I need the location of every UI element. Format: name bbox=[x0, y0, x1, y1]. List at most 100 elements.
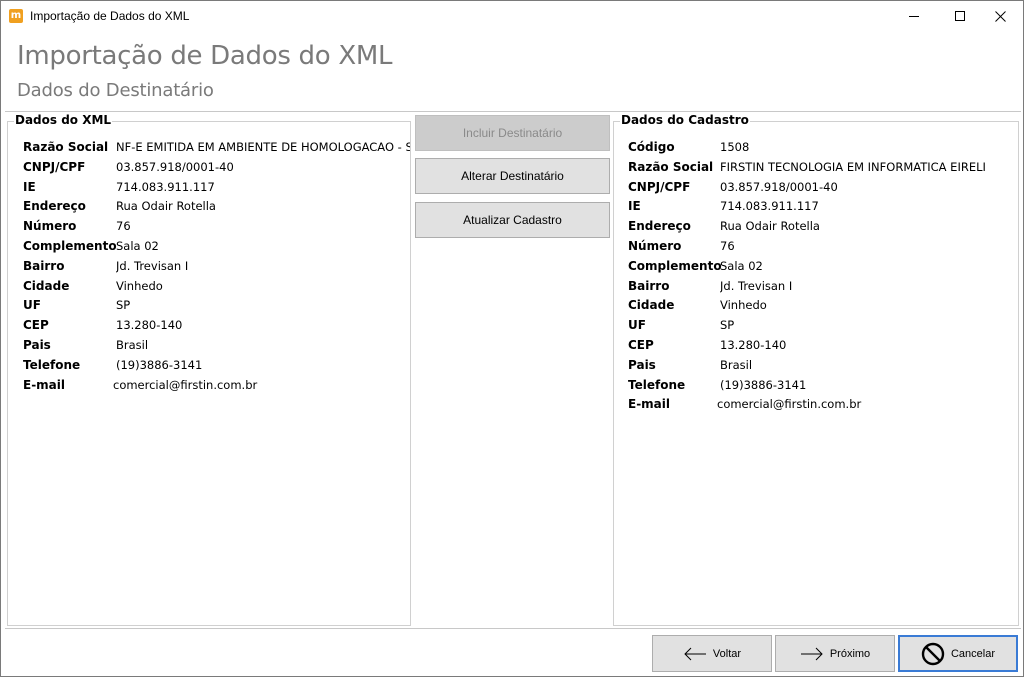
field-row: Cidade Vinhedo bbox=[23, 279, 410, 297]
field-value: 13.280-140 bbox=[720, 338, 787, 352]
title-bar[interactable]: m Importação de Dados do XML bbox=[1, 1, 1023, 31]
field-row: CNPJ/CPF 03.857.918/0001-40 bbox=[628, 180, 1010, 198]
field-row: IE 714.083.911.117 bbox=[23, 180, 410, 198]
field-row: IE 714.083.911.117 bbox=[628, 199, 1010, 217]
field-value: Sala 02 bbox=[116, 239, 159, 253]
field-value: Vinhedo bbox=[720, 298, 767, 313]
field-value: comercial@firstin.com.br bbox=[113, 377, 258, 392]
arrow-right-icon bbox=[800, 647, 824, 661]
field-row: Código 1508 bbox=[628, 140, 1010, 158]
field-row: Telefone (19)3886-3141 bbox=[23, 358, 410, 376]
field-row: Razão Social FIRSTIN TECNOLOGIA EM INFORM… bbox=[628, 160, 1010, 178]
field-label: Complemento bbox=[23, 239, 117, 253]
field-row: Cidade Vinhedo bbox=[628, 298, 1010, 316]
field-value: Vinhedo bbox=[116, 278, 163, 293]
content-area: Dados do XML Razão Social NF-E EMITIDA EM… bbox=[5, 111, 1021, 629]
xml-data-group: Dados do XML Razão Social NF-E EMITIDA EM… bbox=[7, 113, 411, 626]
field-label: Telefone bbox=[628, 377, 686, 392]
field-row: Complemento Sala 02 bbox=[628, 259, 1010, 277]
field-row: Telefone (19)3886-3141 bbox=[628, 378, 1010, 396]
prohibited-icon bbox=[921, 642, 945, 666]
back-button[interactable]: Voltar bbox=[652, 635, 772, 672]
field-value: 03.857.918/0001-40 bbox=[116, 159, 234, 174]
window-title: Importação de Dados do XML bbox=[30, 9, 190, 23]
field-label: E-mail bbox=[23, 377, 66, 392]
field-row: E-mail comercial@firstin.com.br bbox=[23, 378, 410, 396]
next-button-label: Próximo bbox=[829, 647, 871, 660]
field-label: CNPJ/CPF bbox=[628, 179, 691, 194]
field-value: 13.280-140 bbox=[116, 318, 183, 333]
field-label: Endereço bbox=[23, 199, 86, 214]
field-row: Número 76 bbox=[23, 219, 410, 237]
field-value: (19)3886-3141 bbox=[116, 357, 203, 372]
field-label: Pais bbox=[628, 357, 656, 372]
field-row: UF SP bbox=[23, 298, 410, 316]
atualizar-cadastro-button[interactable]: Atualizar Cadastro bbox=[415, 202, 610, 238]
field-value: Brasil bbox=[116, 338, 149, 352]
field-value: Jd. Trevisan I bbox=[116, 258, 189, 273]
field-value: comercial@firstin.com.br bbox=[717, 397, 862, 412]
cadastro-data-legend: Dados do Cadastro bbox=[620, 113, 750, 127]
field-label: Bairro bbox=[628, 278, 670, 293]
field-row: Endereço Rua Odair Rotella bbox=[628, 219, 1010, 237]
field-value: SP bbox=[720, 318, 735, 333]
field-row: Pais Brasil bbox=[23, 338, 410, 356]
close-icon bbox=[994, 10, 1006, 22]
field-value: 03.857.918/0001-40 bbox=[720, 179, 838, 194]
field-value: FIRSTIN TECNOLOGIA EM INFORMATICA EIRELI bbox=[720, 159, 986, 174]
field-label: E-mail bbox=[628, 397, 671, 412]
field-row: CEP 13.280-140 bbox=[628, 338, 1010, 356]
incluir-destinatario-button[interactable]: Incluir Destinatário bbox=[415, 115, 610, 151]
field-row: Complemento Sala 02 bbox=[23, 239, 410, 257]
field-label: Endereço bbox=[628, 219, 691, 234]
field-row: UF SP bbox=[628, 318, 1010, 336]
back-button-label: Voltar bbox=[712, 647, 742, 660]
arrow-left-icon bbox=[683, 647, 707, 661]
xml-data-legend: Dados do XML bbox=[14, 113, 113, 127]
page-subtitle: Dados do Destinatário bbox=[17, 80, 214, 101]
field-row: Bairro Jd. Trevisan I bbox=[23, 259, 410, 277]
field-value: Rua Odair Rotella bbox=[720, 219, 820, 234]
field-label: Razão Social bbox=[628, 159, 714, 174]
field-value: Brasil bbox=[720, 357, 753, 372]
field-label: Bairro bbox=[23, 258, 65, 273]
field-label: Cidade bbox=[23, 278, 70, 293]
field-value: 714.083.911.117 bbox=[720, 199, 819, 214]
alterar-destinatario-button[interactable]: Alterar Destinatário bbox=[415, 158, 610, 194]
field-row: Pais Brasil bbox=[628, 358, 1010, 376]
field-label: Razão Social bbox=[23, 140, 109, 154]
field-row: Bairro Jd. Trevisan I bbox=[628, 279, 1010, 297]
field-label: UF bbox=[628, 318, 646, 333]
next-button[interactable]: Próximo bbox=[775, 635, 895, 672]
field-label: UF bbox=[23, 298, 41, 313]
field-label: IE bbox=[23, 179, 36, 194]
field-value: Sala 02 bbox=[720, 258, 763, 273]
field-row: Razão Social NF-E EMITIDA EM AMBIENTE DE … bbox=[23, 140, 410, 158]
field-value: (19)3886-3141 bbox=[720, 377, 807, 392]
field-label: Pais bbox=[23, 338, 51, 352]
field-value: 714.083.911.117 bbox=[116, 179, 215, 194]
page-title: Importação de Dados do XML bbox=[17, 41, 393, 71]
field-value: SP bbox=[116, 298, 131, 313]
field-label: IE bbox=[628, 199, 641, 214]
field-value: 76 bbox=[720, 239, 735, 253]
field-row: CEP 13.280-140 bbox=[23, 318, 410, 336]
field-value: NF-E EMITIDA EM AMBIENTE DE HOMOLOGACAO … bbox=[116, 140, 410, 154]
field-label: CEP bbox=[628, 338, 654, 352]
field-row: E-mail comercial@firstin.com.br bbox=[628, 397, 1010, 415]
close-button[interactable] bbox=[977, 1, 1023, 31]
field-label: CNPJ/CPF bbox=[23, 159, 86, 174]
field-row: Número 76 bbox=[628, 239, 1010, 257]
field-label: Número bbox=[23, 219, 77, 234]
minimize-button[interactable] bbox=[891, 1, 937, 31]
field-label: Telefone bbox=[23, 357, 81, 372]
field-label: Complemento bbox=[628, 258, 722, 273]
field-value: 76 bbox=[116, 219, 131, 234]
import-xml-window: m Importação de Dados do XML Importação … bbox=[0, 0, 1024, 677]
field-value: 1508 bbox=[720, 140, 750, 154]
cadastro-data-group: Dados do Cadastro Código 1508 Razão Social… bbox=[613, 113, 1019, 626]
field-label: Número bbox=[628, 239, 682, 253]
field-label: Cidade bbox=[628, 298, 675, 313]
field-row: Endereço Rua Odair Rotella bbox=[23, 199, 410, 217]
cancel-button[interactable]: Cancelar bbox=[898, 635, 1018, 672]
